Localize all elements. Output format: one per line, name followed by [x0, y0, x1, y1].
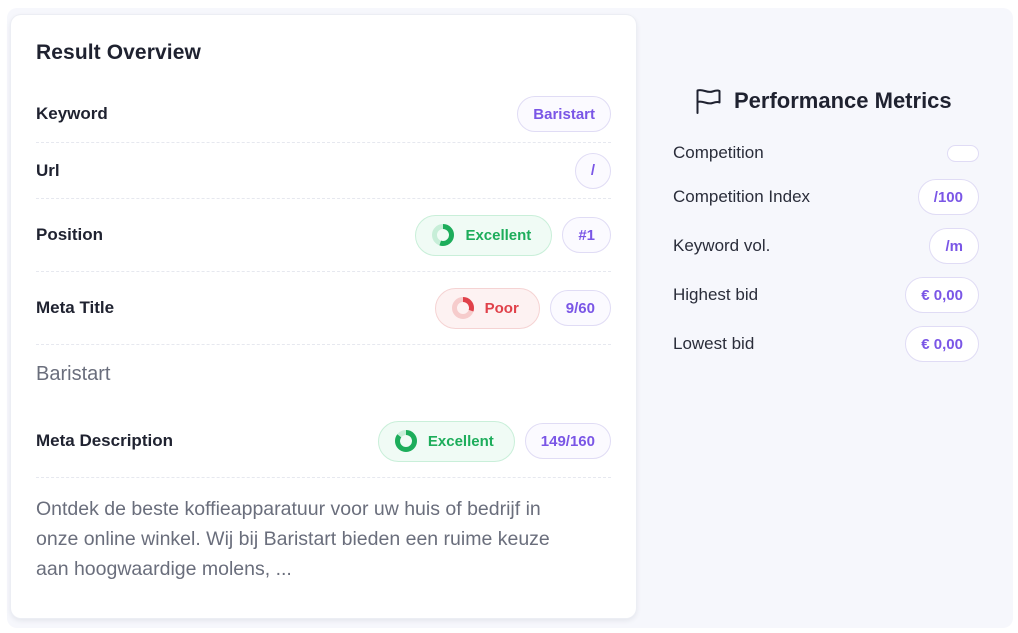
keyword-badge: Baristart [517, 96, 611, 132]
result-overview-card: Result Overview Keyword Baristart Url / … [11, 15, 636, 618]
meta-title-status-text: Poor [484, 299, 519, 317]
meta-description-label: Meta Description [36, 431, 173, 450]
metrics-header: Performance Metrics [694, 87, 952, 115]
meta-title-row: Meta Title Poor 9/60 [36, 272, 611, 345]
metric-row-lowest-bid: Lowest bid € 0,00 [673, 325, 979, 363]
meta-title-count-badge: 9/60 [549, 290, 611, 326]
metric-value-badge: /m [929, 228, 979, 264]
position-badge: #1 [562, 217, 611, 253]
metric-label: Competition Index [673, 187, 811, 206]
metric-row-keyword-volume: Keyword vol. /m [673, 227, 979, 265]
url-label: Url [36, 160, 60, 180]
metric-label: Keyword vol. [673, 236, 771, 255]
metric-value-badge: € 0,00 [905, 277, 979, 313]
position-label: Position [36, 225, 104, 244]
meta-description-row: Meta Description Excellent 149/160 [36, 405, 611, 478]
meta-description-status-badge: Excellent [377, 420, 515, 462]
meta-title-label: Meta Title [36, 298, 115, 317]
meta-description-count-badge: 149/160 [524, 423, 611, 459]
metric-value-badge: /100 [917, 179, 979, 215]
position-row: Position Excellent #1 [36, 199, 611, 272]
keyword-row: Keyword Baristart [36, 86, 611, 143]
metric-label: Competition [673, 143, 764, 162]
meta-description-line: aan hoogwaardige molens, ... [36, 558, 292, 580]
score-ring-icon [394, 430, 417, 452]
card-title: Result Overview [36, 41, 201, 64]
meta-description-line: onze online winkel. Wij bij Baristart bi… [36, 528, 550, 550]
metrics-title: Performance Metrics [734, 88, 952, 113]
metric-row-competition-index: Competition Index /100 [673, 178, 979, 216]
score-ring-icon [432, 224, 455, 246]
metric-row-competition: Competition [673, 138, 979, 168]
position-status-badge: Excellent [415, 214, 553, 256]
meta-description-status-text: Excellent [427, 432, 494, 450]
score-ring-icon [451, 297, 474, 319]
metric-value-badge [947, 144, 979, 162]
meta-description-text: Ontdek de beste koffieapparatuur voor uw… [36, 494, 616, 584]
meta-title-text: Baristart [36, 363, 111, 385]
flag-icon [696, 89, 721, 114]
meta-title-status-badge: Poor [434, 287, 540, 329]
url-row: Url / [36, 143, 611, 199]
metric-row-highest-bid: Highest bid € 0,00 [673, 276, 979, 314]
metric-label: Lowest bid [673, 334, 755, 353]
metric-value-badge: € 0,00 [905, 326, 979, 362]
metric-label: Highest bid [673, 285, 759, 304]
keyword-label: Keyword [36, 104, 108, 123]
url-badge: / [574, 152, 611, 189]
meta-description-line: Ontdek de beste koffieapparatuur voor uw… [36, 498, 541, 520]
position-status-text: Excellent [465, 226, 532, 244]
